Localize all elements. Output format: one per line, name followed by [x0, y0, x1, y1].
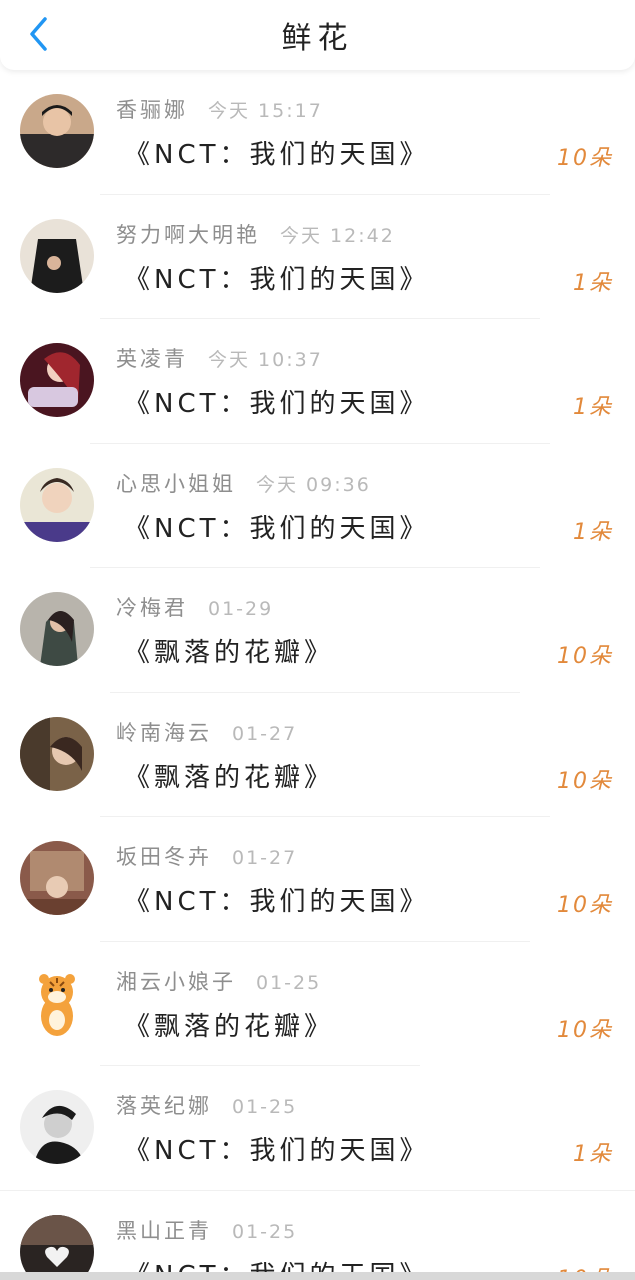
book-title: 《NCT：我们的天国》 [124, 264, 430, 295]
chevron-left-icon [30, 17, 47, 51]
sender-name: 英凌青 [116, 347, 188, 371]
send-time: 今天 12:42 [280, 224, 395, 247]
send-time: 01-25 [256, 971, 322, 994]
send-time: 01-27 [232, 847, 298, 869]
avatar[interactable] [20, 965, 94, 1040]
list-item[interactable]: 落英纪娜 01-25 《NCT：我们的天国》 1朵 [0, 1066, 635, 1191]
avatar[interactable] [20, 1214, 94, 1280]
list-item[interactable]: 黑山正青01-25 《NCT：我们的天国》 10朵 [0, 1191, 635, 1280]
book-title: 《飘落的花瓣》 [124, 762, 335, 793]
send-time: 01-27 [232, 722, 298, 745]
send-time: 今天 15:17 [208, 100, 323, 122]
flower-count: 10朵 [557, 768, 613, 794]
avatar[interactable] [20, 94, 94, 168]
flower-count: 1朵 [573, 1142, 613, 1167]
sender-name: 湘云小娘子 [116, 969, 236, 994]
flower-count: 1朵 [573, 395, 613, 420]
sender-name: 坂田冬卉 [116, 845, 212, 869]
page-title: 鲜花 [281, 21, 354, 56]
book-title: 《NCT：我们的天国》 [124, 1136, 430, 1166]
list-item[interactable]: 香骊娜 今天 15:17 《NCT：我们的天国》 10朵 [0, 70, 635, 195]
sender-name: 落英纪娜 [116, 1094, 212, 1118]
sender-name: 黑山正青 [116, 1218, 212, 1243]
send-time: 01-25 [232, 1096, 298, 1118]
send-time: 今天 09:36 [256, 473, 371, 496]
flower-count: 10朵 [557, 146, 613, 171]
list-item[interactable]: 坂田冬卉 01-27 《NCT：我们的天国》 10朵 [0, 817, 635, 942]
list-item[interactable]: 心思小姐姐 今天 09:36 《NCT：我们的天国》 1朵 [0, 444, 635, 568]
book-title: 《飘落的花瓣》 [124, 1011, 335, 1042]
send-time: 01-29 [208, 598, 274, 620]
sender-name: 岭南海云 [116, 720, 212, 745]
list-item[interactable]: 英凌青 今天 10:37 《NCT：我们的天国》 1朵 [0, 319, 635, 444]
avatar[interactable] [20, 716, 94, 791]
avatar[interactable] [20, 592, 94, 666]
book-title: 《飘落的花瓣》 [124, 638, 335, 668]
back-button[interactable] [18, 14, 58, 54]
avatar[interactable] [20, 467, 94, 542]
flower-count: 10朵 [557, 1017, 613, 1043]
sender-name: 香骊娜 [116, 98, 188, 122]
send-time: 今天 10:37 [208, 349, 323, 371]
book-title: 《NCT：我们的天国》 [124, 887, 430, 917]
list-item[interactable]: 湘云小娘子 01-25 《飘落的花瓣》 10朵 [0, 942, 635, 1066]
avatar[interactable] [20, 343, 94, 417]
sender-name: 心思小姐姐 [116, 471, 236, 496]
avatar[interactable] [20, 218, 94, 293]
flower-count: 1朵 [573, 270, 613, 296]
list-item[interactable]: 努力啊大明艳 今天 12:42 《NCT：我们的天国》 1朵 [0, 195, 635, 319]
top-bar: 鲜花 [0, 0, 635, 70]
sender-name: 努力啊大明艳 [116, 222, 260, 247]
book-title: 《NCT：我们的天国》 [124, 513, 430, 544]
sender-name: 冷梅君 [116, 596, 188, 620]
flower-count: 10朵 [557, 644, 613, 669]
avatar[interactable] [20, 841, 94, 915]
tiger-cartoon-icon [20, 965, 94, 1040]
avatar[interactable] [20, 1090, 94, 1164]
send-time: 01-25 [232, 1220, 298, 1243]
flower-count: 10朵 [557, 893, 613, 918]
list-item[interactable]: 冷梅君 01-29 《飘落的花瓣》 10朵 [0, 568, 635, 693]
list-item[interactable]: 岭南海云 01-27 《飘落的花瓣》 10朵 [0, 693, 635, 817]
book-title: 《NCT：我们的天国》 [124, 389, 430, 419]
flower-gift-list: 香骊娜 今天 15:17 《NCT：我们的天国》 10朵 努力啊大明艳 今天 12:… [0, 70, 635, 1280]
flower-count: 1朵 [573, 519, 613, 545]
bottom-edge [0, 1272, 635, 1280]
book-title: 《NCT：我们的天国》 [124, 140, 430, 170]
